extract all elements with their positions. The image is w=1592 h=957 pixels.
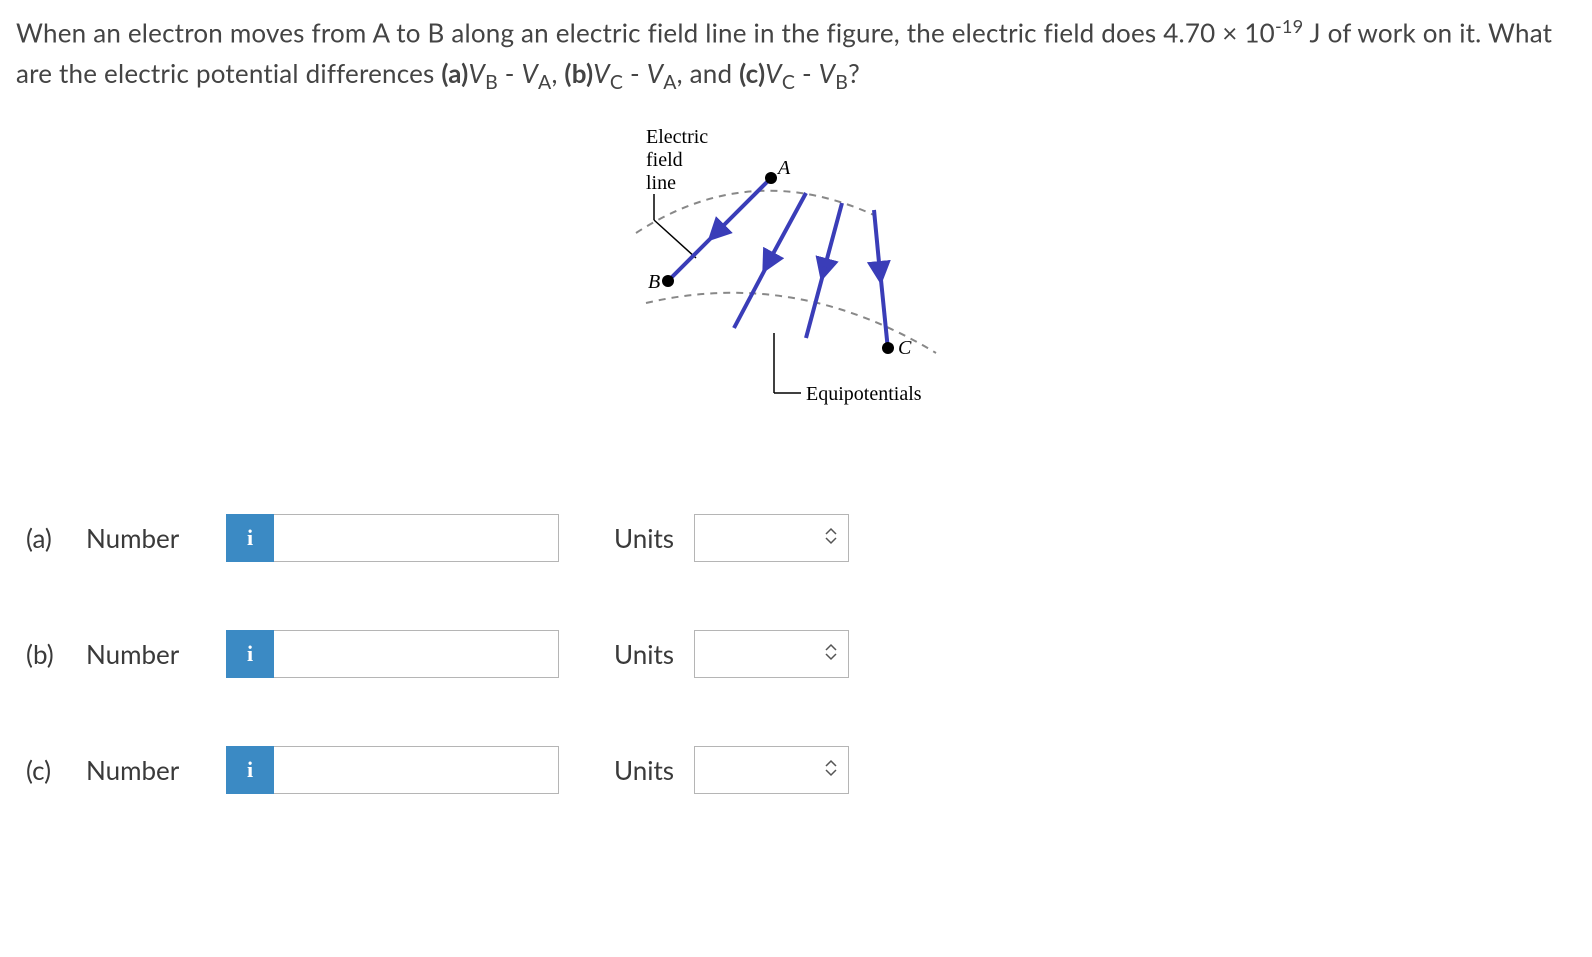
units-label-a: Units bbox=[614, 522, 694, 554]
answer-row-c: (c) Number i Units bbox=[26, 746, 1576, 794]
q-pc-v2: V bbox=[819, 57, 836, 89]
q-pc-b: (c) bbox=[739, 57, 765, 89]
info-icon[interactable]: i bbox=[226, 630, 274, 678]
fig-label-C: C bbox=[898, 337, 912, 359]
q-prefix: When an electron moves from A to B along… bbox=[16, 17, 1275, 49]
q-pb-v2: V bbox=[647, 57, 664, 89]
units-select-a[interactable] bbox=[694, 514, 849, 562]
fig-label-B: B bbox=[648, 271, 660, 293]
q-exp: -19 bbox=[1275, 15, 1303, 37]
units-label-c: Units bbox=[614, 754, 694, 786]
answer-row-a: (a) Number i Units bbox=[26, 514, 1576, 562]
fig-label-field: field bbox=[646, 149, 683, 171]
figure-container: Electric field line A B bbox=[16, 118, 1576, 434]
part-label-c: (c) bbox=[26, 754, 86, 786]
q-pa-s1: B bbox=[485, 71, 498, 94]
q-pb-v1: V bbox=[593, 57, 610, 89]
fig-label-A: A bbox=[776, 157, 791, 179]
number-label-b: Number bbox=[86, 638, 226, 670]
q-pb-s1: C bbox=[610, 71, 623, 94]
answer-row-b: (b) Number i Units bbox=[26, 630, 1576, 678]
fig-label-equip: Equipotentials bbox=[806, 383, 922, 405]
answers-section: (a) Number i Units (b) Number i Units (c… bbox=[26, 514, 1576, 794]
q-pc-s1: C bbox=[782, 71, 795, 94]
number-input-b[interactable] bbox=[274, 630, 559, 678]
q-pb-s2: A bbox=[663, 71, 676, 94]
q-pa-s2: A bbox=[538, 71, 551, 94]
info-icon[interactable]: i bbox=[226, 514, 274, 562]
units-label-b: Units bbox=[614, 638, 694, 670]
q-pb-b: (b) bbox=[564, 57, 593, 89]
number-label-a: Number bbox=[86, 522, 226, 554]
fig-label-electric: Electric bbox=[646, 126, 708, 148]
fig-label-line: line bbox=[646, 172, 676, 194]
part-label-a: (a) bbox=[26, 522, 86, 554]
number-input-a[interactable] bbox=[274, 514, 559, 562]
physics-figure: Electric field line A B bbox=[596, 118, 996, 428]
q-pc-v1: V bbox=[765, 57, 782, 89]
q-pa-v1: V bbox=[468, 57, 485, 89]
q-pc-s2: B bbox=[835, 71, 848, 94]
info-icon[interactable]: i bbox=[226, 746, 274, 794]
number-input-c[interactable] bbox=[274, 746, 559, 794]
units-select-b[interactable] bbox=[694, 630, 849, 678]
units-select-c[interactable] bbox=[694, 746, 849, 794]
q-pa-b: (a) bbox=[441, 57, 468, 89]
part-label-b: (b) bbox=[26, 638, 86, 670]
number-label-c: Number bbox=[86, 754, 226, 786]
q-pa-v2: V bbox=[521, 57, 538, 89]
question-text: When an electron moves from A to B along… bbox=[16, 12, 1576, 98]
